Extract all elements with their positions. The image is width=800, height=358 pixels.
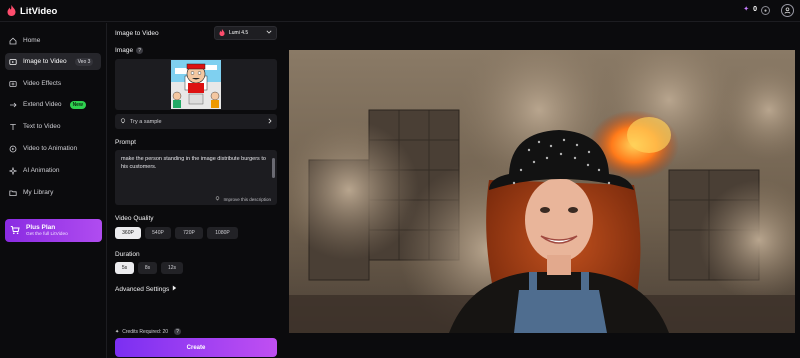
duration-label: Duration — [115, 251, 140, 258]
create-button[interactable]: Create — [115, 338, 277, 357]
sidebar-item-text-to-video[interactable]: Text to Video — [5, 118, 101, 135]
bulb-icon — [120, 117, 126, 126]
improve-label: Improve this description — [223, 196, 271, 202]
folder-icon — [9, 189, 17, 197]
sidebar-item-ai-animation[interactable]: AI Animation — [5, 162, 101, 179]
app-logo[interactable]: LitVideo — [7, 4, 57, 18]
help-icon[interactable]: ? — [136, 47, 144, 54]
uploaded-image-thumbnail — [171, 60, 221, 109]
sidebar: Home Image to Video Veo 3 Video Effects … — [0, 23, 107, 358]
home-icon — [9, 37, 17, 45]
prompt-scrollbar[interactable] — [272, 158, 275, 178]
sidebar-item-label: My Library — [23, 189, 54, 196]
veo-badge: Veo 3 — [74, 57, 94, 66]
try-sample-label: Try a sample — [130, 118, 162, 125]
duration-option-8s[interactable]: 8s — [138, 262, 157, 274]
sparkle-icon: ✦ — [743, 6, 750, 13]
animation-icon — [9, 145, 17, 153]
settings-panel: Image to Video Lumi 4.5 Image? Try a sam… — [108, 23, 284, 358]
sidebar-item-home[interactable]: Home — [5, 32, 101, 49]
credits-counter[interactable]: ✦ 0 — [743, 5, 757, 14]
quality-option-1080p[interactable]: 1080P — [207, 227, 238, 239]
try-sample-button[interactable]: Try a sample — [115, 114, 277, 129]
app-name: LitVideo — [20, 5, 58, 17]
model-select[interactable]: Lumi 4.5 — [214, 26, 277, 40]
caret-right-icon — [172, 285, 177, 293]
sidebar-item-label: Extend Video — [23, 101, 62, 108]
prompt-text: make the person standing in the image di… — [121, 156, 266, 170]
sidebar-item-label: AI Animation — [23, 167, 60, 174]
sidebar-item-label: Video to Animation — [23, 145, 78, 152]
panel-title: Image to Video — [115, 30, 159, 37]
help-icon[interactable]: ? — [174, 328, 182, 335]
sidebar-item-label: Video Effects — [23, 80, 62, 87]
sidebar-item-label: Image to Video — [23, 58, 67, 65]
sidebar-item-image-to-video[interactable]: Image to Video Veo 3 — [5, 53, 101, 70]
coin-icon[interactable]: ● — [761, 6, 770, 15]
sidebar-item-label: Home — [23, 37, 41, 44]
credits-value: 0 — [753, 5, 757, 13]
improve-description-button[interactable]: Improve this description — [215, 196, 271, 202]
plus-plan-card[interactable]: Plus Plan Get the full LitVideo — [5, 219, 102, 242]
sidebar-item-video-effects[interactable]: Video Effects — [5, 75, 101, 92]
quality-option-360p[interactable]: 360P — [115, 227, 141, 239]
duration-option-5s[interactable]: 5s — [115, 262, 134, 274]
extend-icon — [9, 101, 17, 109]
sidebar-item-video-to-animation[interactable]: Video to Animation — [5, 140, 101, 157]
plus-plan-title: Plus Plan — [26, 224, 56, 231]
video-quality-label: Video Quality — [115, 215, 154, 222]
image-upload-area[interactable] — [115, 59, 277, 110]
duration-options: 5s 8s 12s — [115, 262, 183, 274]
credits-required-text: Credits Required: 20 — [122, 328, 169, 335]
flame-model-icon — [219, 28, 225, 38]
user-avatar-icon[interactable] — [781, 4, 794, 17]
bulb-icon — [215, 196, 220, 202]
quality-option-540p[interactable]: 540P — [145, 227, 171, 239]
cart-icon — [10, 225, 20, 237]
image-video-icon — [9, 58, 17, 66]
chevron-right-icon — [268, 118, 272, 126]
plus-plan-subtitle: Get the full LitVideo — [26, 232, 68, 237]
duration-option-12s[interactable]: 12s — [161, 262, 183, 274]
prompt-textarea[interactable]: make the person standing in the image di… — [115, 150, 277, 205]
top-bar: LitVideo ✦ 0 ● — [0, 0, 800, 22]
credits-required: ✦ Credits Required: 20 ? — [115, 328, 182, 335]
prompt-label: Prompt — [115, 139, 136, 146]
sidebar-item-extend-video[interactable]: Extend Video New — [5, 96, 101, 113]
image-label: Image? — [115, 47, 144, 54]
text-icon — [9, 123, 17, 131]
sidebar-item-my-library[interactable]: My Library — [5, 184, 101, 201]
video-quality-options: 360P 540P 720P 1080P — [115, 227, 238, 239]
flame-logo-icon — [7, 4, 16, 18]
preview-image — [289, 50, 795, 333]
chevron-down-icon — [266, 30, 272, 36]
model-select-value: Lumi 4.5 — [229, 30, 249, 36]
sidebar-item-label: Text to Video — [23, 123, 61, 130]
effects-icon — [9, 80, 17, 88]
video-preview[interactable] — [289, 50, 795, 333]
advanced-settings-toggle[interactable]: Advanced Settings — [115, 285, 177, 293]
sparkle-icon: ✦ — [115, 328, 120, 335]
new-badge: New — [69, 100, 86, 109]
quality-option-720p[interactable]: 720P — [175, 227, 203, 239]
advanced-settings-label: Advanced Settings — [115, 285, 170, 293]
ai-sparkle-icon — [9, 166, 17, 175]
